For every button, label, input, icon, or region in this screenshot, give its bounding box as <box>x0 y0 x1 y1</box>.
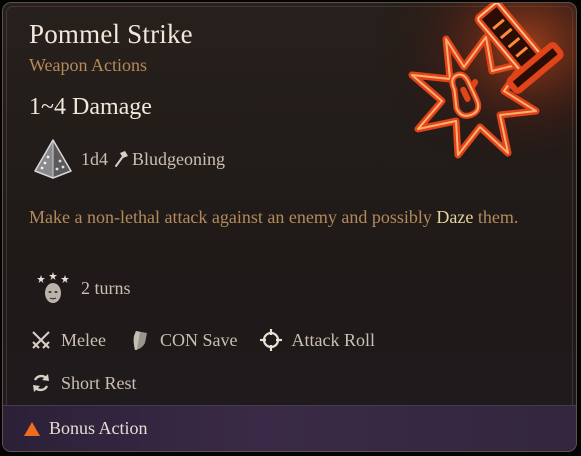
description-text: Make a non-lethal attack against an enem… <box>29 207 437 227</box>
daze-keyword[interactable]: Daze <box>436 207 473 227</box>
d4-dice-icon <box>34 139 72 179</box>
ability-description: Make a non-lethal attack against an enem… <box>29 201 549 233</box>
dazed-head-icon[interactable] <box>33 271 73 305</box>
ability-category: Weapon Actions <box>29 55 148 75</box>
melee-tag: Melee <box>29 328 106 352</box>
save-tag: CON Save <box>128 328 238 352</box>
description-text-end: them. <box>473 207 519 227</box>
melee-label: Melee <box>61 329 106 350</box>
action-cost-bar: Bonus Action <box>3 405 576 451</box>
tags-row: Melee CON Save Attack Roll <box>29 326 397 354</box>
crossed-swords-icon <box>32 331 50 349</box>
ability-title: Pommel Strike <box>29 19 193 49</box>
condition-duration: 2 turns <box>81 277 131 298</box>
sword-fist-art <box>376 3 576 173</box>
action-type-label: Bonus Action <box>49 418 148 438</box>
hammer-icon <box>115 151 128 167</box>
crosshair-icon <box>260 329 283 351</box>
refresh-icon <box>33 374 49 392</box>
triangle-icon <box>24 421 40 436</box>
attack-roll-label: Attack Roll <box>291 329 375 350</box>
shield-icon <box>133 331 147 350</box>
damage-dice-row: 1d4 Bludgeoning <box>29 137 225 181</box>
condition-row: 2 turns <box>33 271 131 305</box>
recharge-row: Short Rest <box>29 369 137 397</box>
action-tooltip: Pommel Strike Weapon Actions 1~4 Damage … <box>2 2 577 452</box>
recharge-label: Short Rest <box>61 372 137 393</box>
save-label: CON Save <box>159 329 238 350</box>
dice-label: 1d4 <box>81 148 108 169</box>
damage-type: Bludgeoning <box>132 148 225 169</box>
attack-roll-tag: Attack Roll <box>259 328 375 352</box>
damage-range: 1~4 Damage <box>29 94 152 120</box>
